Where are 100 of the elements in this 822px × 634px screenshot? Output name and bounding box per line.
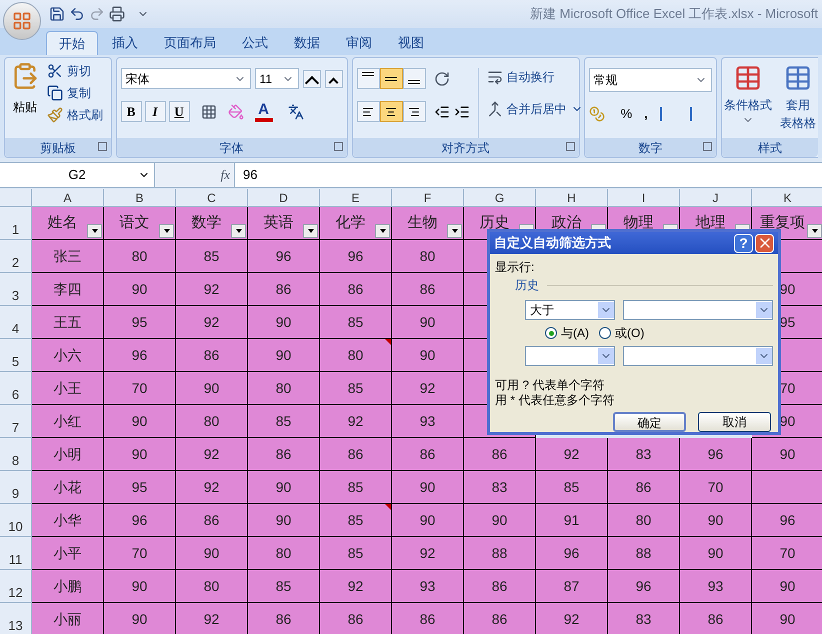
italic-button[interactable]: I [144,101,166,122]
formula-field[interactable]: 96 [235,163,822,187]
ribbon-tab[interactable]: 审阅 [334,31,384,55]
wrap-text-button[interactable]: 自动换行 [486,68,583,86]
operator-dropdown[interactable]: 大于 [525,300,615,320]
ribbon-tab[interactable]: 数据 [282,31,332,55]
radio-button[interactable] [545,327,557,339]
row-header[interactable]: 12 [0,570,32,603]
conditional-format-button[interactable]: 条件格式 [724,64,772,138]
ribbon-tab[interactable]: 插入 [100,31,150,55]
ribbon-tab[interactable]: 视图 [386,31,436,55]
dialog-button[interactable]: 确定 [613,412,686,432]
borders-icon[interactable] [200,104,217,120]
row-header[interactable]: 11 [0,537,32,570]
header-label: 重复项 [760,212,805,233]
table-cell: 80 [608,504,680,537]
column-header[interactable]: E [320,189,392,207]
dialog-launcher-icon[interactable] [334,142,343,151]
value-dropdown[interactable] [622,300,773,320]
header-label: 化学 [336,212,366,233]
table-format-button[interactable]: 套用 表格格 [780,64,816,138]
comma-button[interactable]: , [640,104,652,124]
filter-dropdown-button[interactable] [447,224,462,238]
table-cell: 86 [464,603,536,634]
merge-icon [486,101,503,117]
filter-dropdown-button[interactable] [159,224,174,238]
row-header[interactable]: 4 [0,306,32,339]
print-preview-icon[interactable] [109,6,125,22]
ribbon-tab[interactable]: 开始 [46,31,98,55]
row-header[interactable]: 2 [0,240,32,273]
column-header[interactable]: I [608,189,680,207]
orientation-icon[interactable] [434,70,450,86]
align-button[interactable] [402,101,426,122]
row-header[interactable]: 6 [0,372,32,405]
column-header[interactable]: B [104,189,176,207]
dialog-launcher-icon[interactable] [703,142,712,151]
dialog-launcher-icon[interactable] [98,142,107,151]
close-button[interactable] [755,234,774,252]
filter-dropdown-button[interactable] [303,224,318,238]
format-painter-button[interactable]: 格式刷 [47,106,103,124]
row-header[interactable]: 9 [0,471,32,504]
align-button[interactable] [356,101,380,122]
column-header[interactable]: G [464,189,536,207]
copy-button[interactable]: 复制 [47,84,103,102]
fill-color-icon[interactable] [228,104,244,120]
table-cell: 86 [392,603,464,634]
header-label: 地理 [696,212,726,233]
align-button[interactable] [380,68,403,89]
save-icon[interactable] [49,6,65,22]
row-header[interactable]: 8 [0,438,32,471]
underline-button[interactable]: U [168,101,190,122]
undo-icon[interactable] [69,6,85,22]
decrease-indent-icon[interactable] [434,104,450,120]
office-button[interactable] [3,2,41,40]
align-button[interactable] [402,68,426,89]
value-dropdown[interactable] [622,346,773,366]
radio-button[interactable] [599,327,611,339]
row-header[interactable]: 1 [0,207,32,240]
column-header[interactable]: J [680,189,752,207]
column-header[interactable]: K [752,189,822,207]
filter-dropdown-button[interactable] [231,224,246,238]
increase-indent-icon[interactable] [454,104,470,120]
column-header[interactable]: D [248,189,320,207]
phonetic-icon[interactable] [288,104,304,120]
insert-function-button[interactable]: fx [220,165,230,185]
column-header[interactable]: F [392,189,464,207]
help-button[interactable]: ? [734,234,753,252]
align-button[interactable] [356,68,380,89]
paste-button[interactable]: 粘贴 [9,62,41,138]
font-size-field[interactable]: 11 [254,68,299,89]
number-format-field[interactable]: 常规 [588,68,712,92]
column-header[interactable]: A [32,189,104,207]
font-color-button[interactable]: A [254,102,273,122]
group-label: 对齐方式 [442,140,490,156]
cut-button[interactable]: 剪切 [47,62,103,80]
shrink-font-icon[interactable] [324,70,343,88]
filter-dropdown-button[interactable] [375,224,390,238]
dialog-launcher-icon[interactable] [566,142,575,151]
table-cell: 90 [392,504,464,537]
column-header[interactable]: H [536,189,608,207]
percent-button[interactable]: % [616,104,636,124]
merge-center-button[interactable]: 合并后居中 [486,100,583,118]
font-name-field[interactable]: 宋体 [120,68,251,89]
bold-button[interactable]: B [120,101,142,122]
ribbon-tab[interactable]: 公式 [230,31,280,55]
grow-font-icon[interactable] [302,70,321,88]
operator-dropdown[interactable] [525,346,615,366]
row-header[interactable]: 13 [0,603,32,634]
table-cell: 86 [320,273,392,306]
row-header[interactable]: 3 [0,273,32,306]
row-header[interactable]: 7 [0,405,32,438]
filter-dropdown-button[interactable] [87,224,102,238]
ribbon-tab[interactable]: 页面布局 [152,31,228,55]
row-header[interactable]: 10 [0,504,32,537]
align-button[interactable] [380,101,403,122]
row-header[interactable]: 5 [0,339,32,372]
filter-dropdown-button[interactable] [807,224,822,238]
table-cell: 小华 [32,504,104,537]
column-header[interactable]: C [176,189,248,207]
dialog-button[interactable]: 取消 [698,412,771,432]
